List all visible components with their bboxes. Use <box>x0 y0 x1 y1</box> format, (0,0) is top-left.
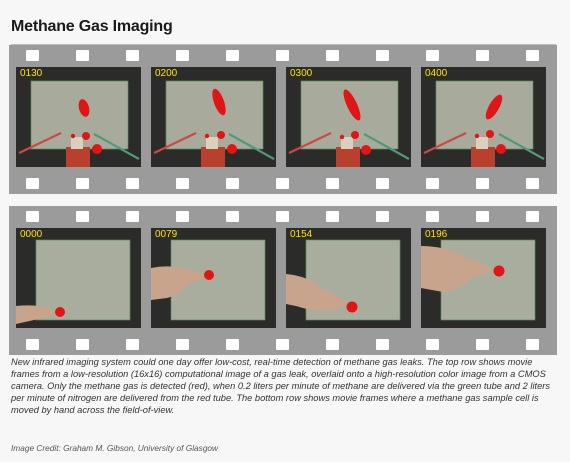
sprocket-hole <box>376 339 389 350</box>
frame-number: 0196 <box>425 229 448 240</box>
sprocket-hole <box>426 339 439 350</box>
sprocket-hole <box>126 178 139 189</box>
figure-caption: New infrared imaging system could one da… <box>11 357 551 415</box>
sprocket-hole <box>26 339 39 350</box>
sprocket-hole <box>126 211 139 222</box>
sprocket-hole <box>526 339 539 350</box>
sprocket-hole <box>476 178 489 189</box>
sprocket-hole <box>26 211 39 222</box>
frame-number: 0079 <box>155 229 178 240</box>
sprocket-hole <box>76 178 89 189</box>
sprocket-hole <box>526 178 539 189</box>
frame-number: 0154 <box>290 229 313 240</box>
page-title: Methane Gas Imaging <box>11 18 173 35</box>
movie-frame: 0079 <box>151 228 276 328</box>
sprocket-hole <box>326 211 339 222</box>
movie-frame: 0154 <box>286 228 411 328</box>
sprocket-hole <box>226 178 239 189</box>
movie-frame: 0300 <box>286 67 411 167</box>
sprocket-hole <box>276 339 289 350</box>
bottom-film-strip: 0000 0079 0154 0196 <box>9 206 557 355</box>
frame-number: 0400 <box>425 68 448 79</box>
sprocket-hole <box>326 50 339 61</box>
sprocket-hole <box>226 50 239 61</box>
sprocket-hole <box>476 339 489 350</box>
sprocket-hole <box>426 178 439 189</box>
sprocket-hole <box>376 211 389 222</box>
sprocket-hole <box>176 211 189 222</box>
movie-frame: 0000 <box>16 228 141 328</box>
sprocket-hole <box>426 211 439 222</box>
sprocket-hole <box>226 339 239 350</box>
sprocket-hole <box>76 339 89 350</box>
sprocket-hole <box>26 50 39 61</box>
sprocket-hole <box>276 178 289 189</box>
frame-number: 0130 <box>20 68 43 79</box>
sprocket-hole <box>76 50 89 61</box>
movie-frame: 0130 <box>16 67 141 167</box>
movie-frame: 0400 <box>421 67 546 167</box>
sprocket-hole <box>476 50 489 61</box>
frame-number: 0000 <box>20 229 43 240</box>
sprocket-hole <box>526 211 539 222</box>
sprocket-hole <box>76 211 89 222</box>
sprocket-hole <box>26 178 39 189</box>
sprocket-hole <box>126 50 139 61</box>
image-credit: Image Credit: Graham M. Gibson, Universi… <box>11 443 219 453</box>
sprocket-hole <box>426 50 439 61</box>
sprocket-hole <box>526 50 539 61</box>
sprocket-hole <box>176 50 189 61</box>
sprocket-hole <box>126 339 139 350</box>
frame-number: 0200 <box>155 68 178 79</box>
movie-frame: 0196 <box>421 228 546 328</box>
sprocket-hole <box>376 178 389 189</box>
top-film-strip: 0130 0200 0300 0400 <box>9 45 557 194</box>
sprocket-hole <box>326 339 339 350</box>
sprocket-hole <box>176 178 189 189</box>
sprocket-hole <box>376 50 389 61</box>
sprocket-hole <box>276 211 289 222</box>
sprocket-hole <box>226 211 239 222</box>
sprocket-hole <box>476 211 489 222</box>
sprocket-hole <box>176 339 189 350</box>
movie-frame: 0200 <box>151 67 276 167</box>
sprocket-hole <box>326 178 339 189</box>
sprocket-hole <box>276 50 289 61</box>
frame-number: 0300 <box>290 68 313 79</box>
